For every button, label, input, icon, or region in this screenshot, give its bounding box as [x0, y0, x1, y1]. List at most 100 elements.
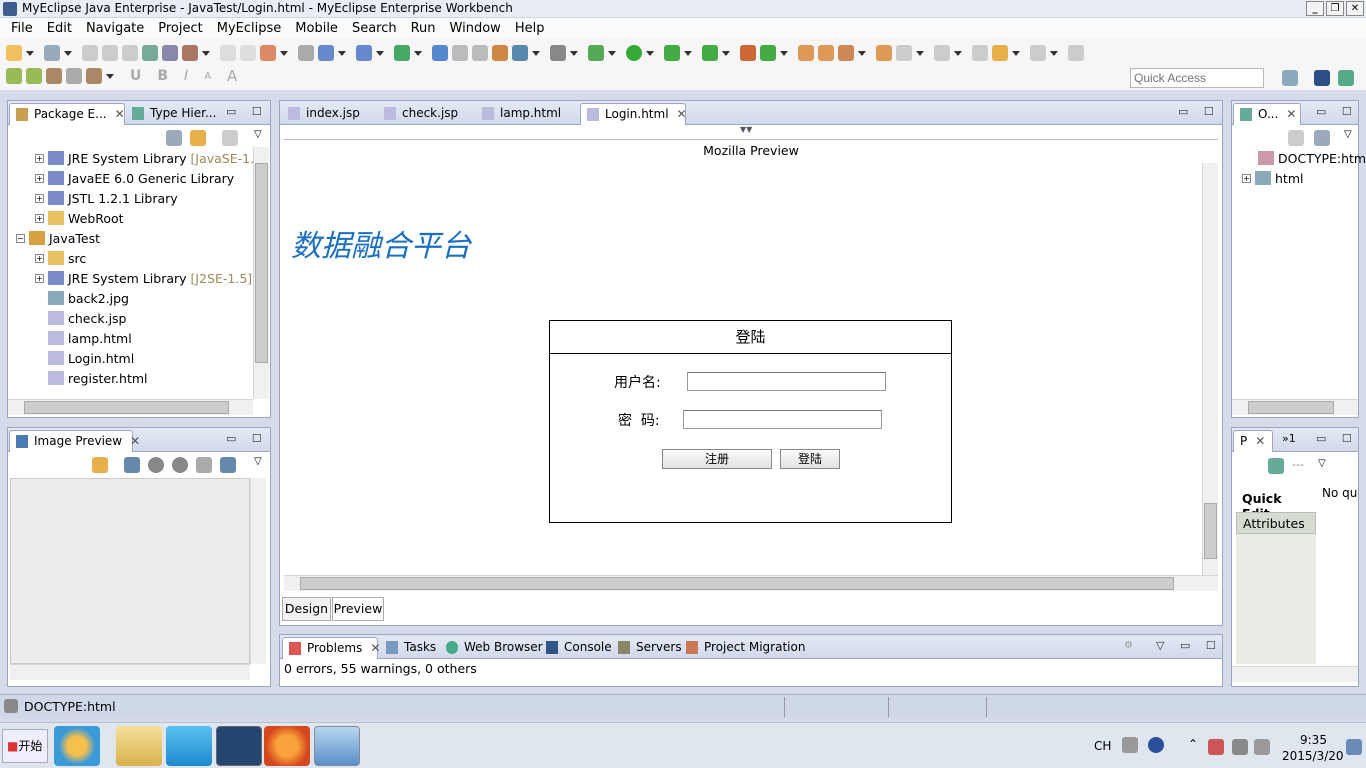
quick-access-input[interactable] [1130, 68, 1264, 88]
server-icon[interactable] [162, 45, 178, 61]
run-config-icon[interactable] [664, 45, 680, 61]
tab-tasks[interactable]: Tasks [380, 637, 440, 659]
tree-item[interactable]: register.html [48, 368, 148, 388]
image-icon[interactable] [46, 68, 62, 84]
java-perspective-icon[interactable] [1338, 70, 1354, 86]
java-ee-icon[interactable] [394, 45, 410, 61]
file-explorer-icon[interactable] [116, 726, 162, 766]
horizontal-scrollbar[interactable] [284, 575, 1218, 591]
tree-item[interactable]: + html [1242, 168, 1303, 188]
attributes-tab[interactable]: Attributes [1236, 512, 1316, 534]
show-desktop-icon[interactable] [1346, 739, 1362, 755]
close-icon[interactable]: ✕ [130, 434, 140, 448]
splitter-arrows-icon[interactable]: ▼▼ [740, 125, 752, 134]
back-icon[interactable] [992, 45, 1008, 61]
menu-navigate[interactable]: Navigate [79, 21, 151, 36]
font-smaller-icon[interactable]: A [204, 71, 211, 82]
password-input[interactable] [683, 410, 882, 429]
volume-icon[interactable] [1254, 739, 1270, 755]
menu-myeclipse[interactable]: MyEclipse [210, 21, 289, 36]
globe-icon[interactable] [432, 45, 448, 61]
tray-expand-icon[interactable]: ⌃ [1188, 737, 1198, 751]
collapse-all-icon[interactable] [1314, 130, 1330, 146]
save-icon[interactable] [82, 45, 98, 61]
more-views-label[interactable]: »1 [1282, 432, 1296, 445]
minimize-maximize-icon[interactable]: ▭ ☐ [1316, 432, 1358, 445]
external-tools-icon[interactable] [702, 45, 718, 61]
paint-icon[interactable] [314, 726, 360, 766]
vertical-scrollbar[interactable] [1202, 163, 1218, 575]
actual-size-icon[interactable] [196, 457, 212, 473]
tree-item[interactable]: + JRE System Library [JavaSE-1.6 [35, 148, 262, 168]
close-icon[interactable]: ✕ [1286, 107, 1296, 121]
new-project-icon[interactable] [44, 45, 60, 61]
italic-icon[interactable]: I [184, 68, 188, 84]
tree-item[interactable]: + JRE System Library [J2SE-1.5] [35, 268, 252, 288]
minimize-maximize-icon[interactable]: ▭ ☐ [1178, 105, 1220, 118]
menu-mobile[interactable]: Mobile [288, 21, 345, 36]
close-icon[interactable]: ✕ [1255, 434, 1265, 448]
tab-index-jsp[interactable]: index.jsp [282, 103, 376, 125]
tab-design[interactable]: Design [282, 597, 331, 621]
underline-icon[interactable]: U [130, 68, 141, 84]
tool-icon[interactable] [452, 45, 468, 61]
tree-item[interactable]: DOCTYPE:htm [1258, 148, 1366, 168]
tab-login-html[interactable]: Login.html ✕ [580, 103, 687, 125]
myeclipse-perspective-icon[interactable] [1314, 70, 1330, 86]
view-menu-icon[interactable] [222, 130, 238, 146]
refresh-icon[interactable] [760, 45, 776, 61]
app-360-icon[interactable] [54, 726, 100, 766]
tab-lamp-html[interactable]: lamp.html [476, 103, 578, 125]
menu-window[interactable]: Window [443, 21, 508, 36]
pin-editor-icon[interactable] [1068, 45, 1084, 61]
open-perspective-icon[interactable] [1282, 70, 1298, 86]
tab-problems[interactable]: Problems ✕ [282, 637, 380, 659]
clock-time[interactable]: 9:35 [1300, 733, 1327, 747]
tree-item[interactable]: − JavaTest [16, 228, 100, 248]
layout-icon[interactable] [6, 68, 22, 84]
tree-item[interactable]: + JSTL 1.2.1 Library [35, 188, 178, 208]
tab-web-browser[interactable]: Web Browser [440, 637, 543, 659]
search-icon[interactable] [318, 45, 334, 61]
new-icon[interactable] [6, 45, 22, 61]
zoom-in-icon[interactable] [172, 457, 188, 473]
pin-icon[interactable] [838, 45, 854, 61]
minimize-button[interactable]: _ [1306, 1, 1324, 16]
frame-icon[interactable] [66, 68, 82, 84]
tab-project-migration[interactable]: Project Migration [680, 637, 810, 659]
chevron-down-icon[interactable]: ▽ [254, 129, 262, 140]
restore-button[interactable]: ❐ [1326, 1, 1344, 16]
horizontal-scrollbar[interactable] [8, 399, 253, 415]
tab-type-hierarchy[interactable]: Type Hier... [126, 103, 226, 125]
menu-edit[interactable]: Edit [40, 21, 79, 36]
bold-icon[interactable]: B [157, 68, 168, 84]
layout2-icon[interactable] [26, 68, 42, 84]
horizontal-scrollbar[interactable] [1232, 399, 1358, 415]
camera-icon[interactable] [550, 45, 566, 61]
redo-icon[interactable] [240, 45, 256, 61]
tree-item[interactable]: + src [35, 248, 86, 268]
save-all-icon[interactable] [102, 45, 118, 61]
vertical-scrollbar[interactable] [253, 147, 269, 399]
input-language[interactable]: CH [1094, 739, 1111, 753]
close-button[interactable]: ✕ [1346, 1, 1364, 16]
tab-image-preview[interactable]: Image Preview ✕ [9, 430, 140, 452]
tree-item[interactable]: back2.jpg [48, 288, 129, 308]
myeclipse-taskbar-icon[interactable] [216, 726, 262, 766]
last-edit-icon[interactable] [972, 45, 988, 61]
tree-item[interactable]: + WebRoot [35, 208, 124, 228]
chevron-down-icon[interactable]: ▽ [254, 456, 262, 467]
menu-search[interactable]: Search [345, 21, 404, 36]
horizontal-scrollbar[interactable] [10, 664, 250, 680]
open-folder-icon[interactable] [818, 45, 834, 61]
minimize-maximize-icon[interactable]: ▭ ☐ [1316, 105, 1358, 118]
tab-package-explorer[interactable]: Package E... ✕ [9, 103, 125, 125]
start-button[interactable]: ■开始 [2, 729, 48, 763]
tab-outline[interactable]: O... ✕ [1233, 103, 1301, 125]
horizontal-scrollbar[interactable] [1232, 666, 1358, 682]
clock-date[interactable]: 2015/3/20 [1282, 749, 1344, 763]
minimize-maximize-icon[interactable]: ▽ ▭ ☐ [1156, 639, 1222, 652]
run-icon[interactable] [626, 45, 642, 61]
close-icon[interactable]: ✕ [370, 641, 380, 655]
cloud-icon[interactable] [166, 726, 212, 766]
